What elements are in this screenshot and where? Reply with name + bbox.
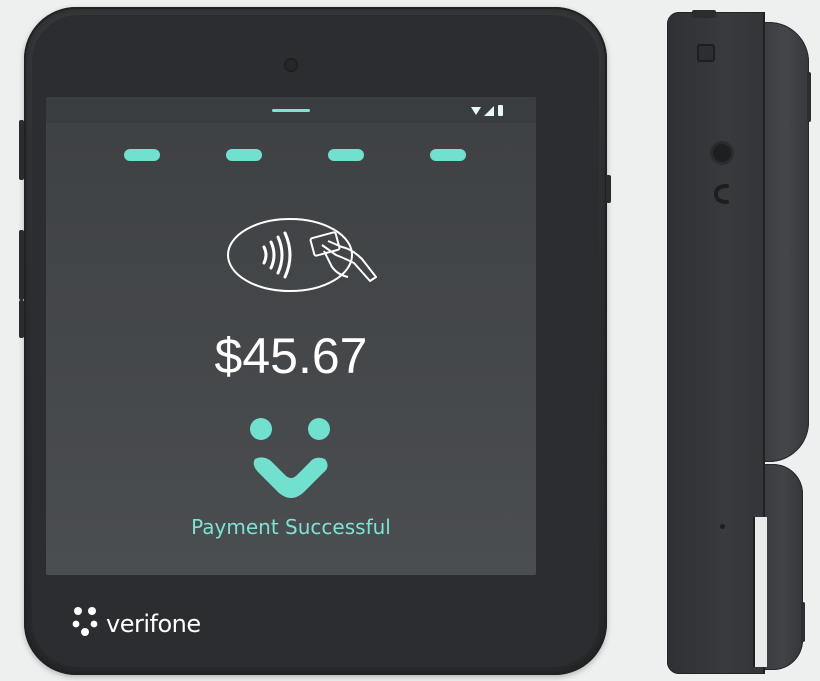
side-button-right[interactable] (606, 175, 611, 203)
progress-step-1 (124, 149, 160, 161)
contactless-tap-icon (227, 218, 377, 292)
payment-terminal-side (667, 10, 811, 674)
reset-pinhole[interactable] (720, 524, 725, 529)
card-swipe-slot[interactable] (753, 517, 767, 667)
verifone-checkmark-icon (250, 418, 330, 498)
swipe-handle[interactable] (272, 109, 310, 112)
terminal-screen[interactable]: $45.67 Payment Successful (46, 97, 536, 575)
brand-name: verifone (106, 610, 201, 638)
side-button-middle[interactable] (19, 230, 24, 300)
payment-status-message: Payment Successful (191, 515, 391, 539)
brand-logo: verifone (72, 603, 201, 639)
progress-step-4 (430, 149, 466, 161)
side-sensor (697, 44, 715, 62)
progress-step-2 (226, 149, 262, 161)
battery-icon (498, 105, 503, 116)
side-button-top[interactable] (19, 120, 24, 180)
wifi-icon (471, 107, 481, 115)
side-back-panel (763, 22, 809, 462)
headphone-jack[interactable] (713, 144, 731, 162)
side-body (667, 12, 764, 674)
front-camera (284, 58, 298, 72)
status-icons (471, 105, 503, 116)
signal-icon (484, 106, 494, 116)
product-scene: $45.67 Payment Successful verifone (0, 0, 820, 681)
verifone-logo-icon (72, 607, 98, 636)
side-button-lower[interactable] (19, 300, 24, 338)
back-bump-top (807, 72, 811, 122)
side-top-button[interactable] (692, 10, 716, 18)
side-card-reader (763, 464, 803, 670)
payment-amount: $45.67 (214, 328, 368, 384)
lanyard-clip-icon (713, 184, 729, 204)
progress-step-3 (328, 149, 364, 161)
progress-indicator (46, 149, 536, 163)
status-bar (46, 97, 536, 123)
back-bump-bottom (801, 602, 805, 642)
